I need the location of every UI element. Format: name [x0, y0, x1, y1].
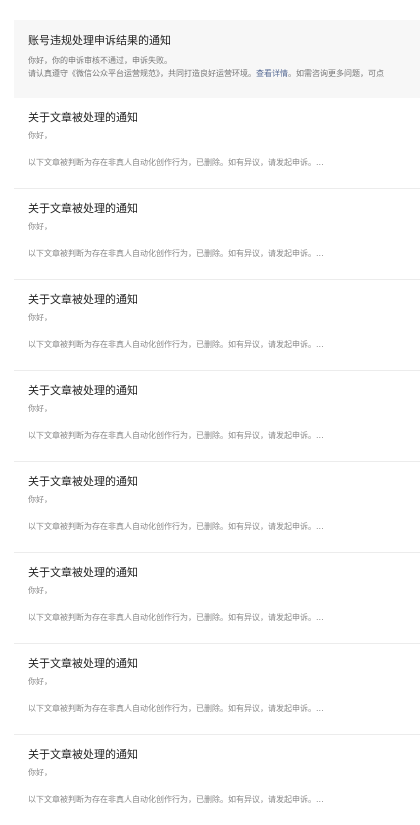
notice-item[interactable]: 关于文章被处理的通知 你好， 以下文章被判断为存在非真人自动化创作行为，已删除。…: [14, 280, 420, 371]
notice-item-title: 关于文章被处理的通知: [28, 293, 138, 306]
notice-item-body: 以下文章被判断为存在非真人自动化创作行为，已删除。如有异议，请发起申诉。...: [28, 704, 324, 713]
notice-detail-text: 请认真遵守《微信公众平台运营规范》，共同打造良好运营环境。: [28, 69, 256, 78]
notice-item-body: 以下文章被判断为存在非真人自动化创作行为，已删除。如有异议，请发起申诉。...: [28, 158, 324, 167]
notice-item-body: 以下文章被判断为存在非真人自动化创作行为，已删除。如有异议，请发起申诉。...: [28, 795, 324, 804]
notice-summary: 你好，你的申诉审核不通过，申诉失败。: [28, 56, 172, 65]
notice-item-greeting: 你好，: [28, 495, 52, 504]
notice-item[interactable]: 关于文章被处理的通知 你好， 以下文章被判断为存在非真人自动化创作行为，已删除。…: [14, 371, 420, 462]
notice-item-title: 关于文章被处理的通知: [28, 384, 138, 397]
notice-title: 账号违规处理申诉结果的通知: [28, 34, 171, 47]
notice-item[interactable]: 关于文章被处理的通知 你好， 以下文章被判断为存在非真人自动化创作行为，已删除。…: [14, 98, 420, 189]
notice-item[interactable]: 关于文章被处理的通知 你好， 以下文章被判断为存在非真人自动化创作行为，已删除。…: [14, 189, 420, 280]
notice-item[interactable]: 关于文章被处理的通知 你好， 以下文章被判断为存在非真人自动化创作行为，已删除。…: [14, 735, 420, 825]
notice-item-title: 关于文章被处理的通知: [28, 475, 138, 488]
notice-item-body: 以下文章被判断为存在非真人自动化创作行为，已删除。如有异议，请发起申诉。...: [28, 249, 324, 258]
notice-item-title: 关于文章被处理的通知: [28, 566, 138, 579]
view-details-link[interactable]: 查看详情: [256, 69, 288, 78]
notice-list: 关于文章被处理的通知 你好， 以下文章被判断为存在非真人自动化创作行为，已删除。…: [14, 98, 420, 825]
notice-item-title: 关于文章被处理的通知: [28, 202, 138, 215]
notification-page: 账号违规处理申诉结果的通知 你好，你的申诉审核不通过，申诉失败。 请认真遵守《微…: [0, 0, 420, 825]
notice-appeal-result[interactable]: 账号违规处理申诉结果的通知 你好，你的申诉审核不通过，申诉失败。 请认真遵守《微…: [14, 20, 420, 98]
notice-item-greeting: 你好，: [28, 131, 52, 140]
notice-detail: 请认真遵守《微信公众平台运营规范》，共同打造良好运营环境。查看详情。如需咨询更多…: [28, 68, 420, 79]
notice-detail-tail: 。如需咨询更多问题，可点: [288, 69, 384, 78]
notice-item-greeting: 你好，: [28, 313, 52, 322]
notice-item-greeting: 你好，: [28, 404, 52, 413]
notice-item-greeting: 你好，: [28, 677, 52, 686]
notice-item[interactable]: 关于文章被处理的通知 你好， 以下文章被判断为存在非真人自动化创作行为，已删除。…: [14, 553, 420, 644]
notice-item-title: 关于文章被处理的通知: [28, 111, 138, 124]
notice-item-body: 以下文章被判断为存在非真人自动化创作行为，已删除。如有异议，请发起申诉。...: [28, 340, 324, 349]
notice-item-greeting: 你好，: [28, 222, 52, 231]
notice-item-title: 关于文章被处理的通知: [28, 748, 138, 761]
notice-item-body: 以下文章被判断为存在非真人自动化创作行为，已删除。如有异议，请发起申诉。...: [28, 613, 324, 622]
notice-item-greeting: 你好，: [28, 586, 52, 595]
notice-item-greeting: 你好，: [28, 768, 52, 777]
notice-item[interactable]: 关于文章被处理的通知 你好， 以下文章被判断为存在非真人自动化创作行为，已删除。…: [14, 644, 420, 735]
notice-item[interactable]: 关于文章被处理的通知 你好， 以下文章被判断为存在非真人自动化创作行为，已删除。…: [14, 462, 420, 553]
notice-item-body: 以下文章被判断为存在非真人自动化创作行为，已删除。如有异议，请发起申诉。...: [28, 522, 324, 531]
notice-item-title: 关于文章被处理的通知: [28, 657, 138, 670]
notice-item-body: 以下文章被判断为存在非真人自动化创作行为，已删除。如有异议，请发起申诉。...: [28, 431, 324, 440]
